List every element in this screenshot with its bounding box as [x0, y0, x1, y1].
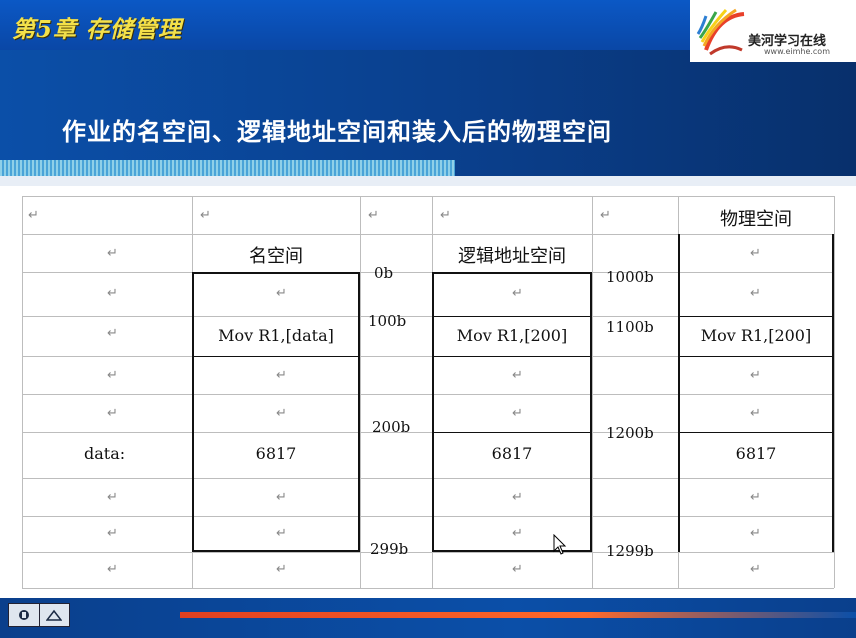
logical-address-1: 100b	[368, 312, 407, 330]
slide: 第5章 存储管理 美河学习在线 www.eimhe.com 作业的名空间、逻辑地…	[0, 0, 856, 638]
slide-title: 作业的名空间、逻辑地址空间和装入后的物理空间	[62, 118, 612, 146]
logical-address-3: 299b	[370, 540, 409, 558]
paragraph-mark: ↵	[750, 368, 761, 383]
slide-footer	[0, 598, 856, 638]
paragraph-mark: ↵	[107, 490, 118, 505]
logo-url: www.eimhe.com	[764, 47, 830, 56]
paragraph-mark: ↵	[512, 406, 523, 421]
paragraph-mark: ↵	[750, 562, 761, 577]
paragraph-mark: ↵	[512, 286, 523, 301]
pen-icon	[46, 609, 63, 621]
physical-space-instruction: Mov R1,[200]	[700, 326, 812, 345]
physical-space-value: 6817	[735, 444, 777, 463]
paragraph-mark: ↵	[276, 406, 287, 421]
paragraph-mark: ↵	[276, 526, 287, 541]
paragraph-mark: ↵	[512, 368, 523, 383]
physical-address-1: 1100b	[606, 318, 654, 336]
paragraph-mark: ↵	[750, 286, 761, 301]
paragraph-mark: ↵	[107, 526, 118, 541]
footer-stripe	[180, 612, 856, 618]
paragraph-mark: ↵	[512, 490, 523, 505]
paragraph-mark: ↵	[512, 562, 523, 577]
paragraph-mark: ↵	[276, 368, 287, 383]
slideshow-controls[interactable]	[8, 603, 70, 627]
logical-space-instruction: Mov R1,[200]	[456, 326, 568, 345]
header-name-space: 名空间	[249, 246, 303, 267]
paragraph-mark: ↵	[107, 562, 118, 577]
paragraph-mark: ↵	[750, 490, 761, 505]
paragraph-mark: ↵	[750, 526, 761, 541]
slide-header: 第5章 存储管理 美河学习在线 www.eimhe.com 作业的名空间、逻辑地…	[0, 0, 856, 186]
paragraph-mark: ↵	[107, 246, 118, 261]
top-bar: 第5章 存储管理	[0, 0, 690, 50]
mouse-cursor-icon	[553, 534, 567, 555]
slideshow-menu-button[interactable]	[9, 604, 40, 626]
paragraph-mark: ↵	[28, 208, 39, 223]
name-space-instruction: Mov R1,[data]	[218, 326, 334, 345]
paragraph-mark: ↵	[107, 326, 118, 341]
paragraph-mark: ↵	[107, 406, 118, 421]
physical-address-2: 1200b	[606, 424, 654, 442]
memory-table: ↵ ↵ ↵ ↵ ↵ 物理空间 ↵ 名空间 逻辑地址空间 ↵ ↵ ↵ ↵ ↵ da…	[22, 196, 835, 589]
paragraph-mark: ↵	[440, 208, 451, 223]
physical-address-0: 1000b	[606, 268, 654, 286]
header-divider	[0, 176, 856, 186]
slide-menu-icon	[18, 610, 29, 620]
slideshow-pen-button[interactable]	[40, 604, 70, 626]
content-area: ↵ ↵ ↵ ↵ ↵ 物理空间 ↵ 名空间 逻辑地址空间 ↵ ↵ ↵ ↵ ↵ da…	[0, 186, 856, 598]
chapter-title: 第5章 存储管理	[12, 16, 183, 43]
paragraph-mark: ↵	[200, 208, 211, 223]
paragraph-mark: ↵	[600, 208, 611, 223]
paragraph-mark: ↵	[107, 286, 118, 301]
paragraph-mark: ↵	[512, 526, 523, 541]
header-physical-space: 物理空间	[720, 209, 792, 230]
data-label: data:	[84, 444, 126, 463]
paragraph-mark: ↵	[276, 286, 287, 301]
physical-address-3: 1299b	[606, 542, 654, 560]
logical-address-0: 0b	[374, 264, 394, 282]
logical-space-value: 6817	[491, 444, 533, 463]
logo: 美河学习在线 www.eimhe.com	[690, 0, 856, 62]
header-logical-space: 逻辑地址空间	[458, 246, 566, 267]
paragraph-mark: ↵	[750, 406, 761, 421]
paragraph-mark: ↵	[276, 562, 287, 577]
name-space-value: 6817	[255, 444, 297, 463]
decorative-stripe	[0, 160, 455, 176]
paragraph-mark: ↵	[276, 490, 287, 505]
logical-address-2: 200b	[372, 418, 411, 436]
logo-rays-icon	[696, 8, 745, 56]
paragraph-mark: ↵	[368, 208, 379, 223]
paragraph-mark: ↵	[107, 368, 118, 383]
